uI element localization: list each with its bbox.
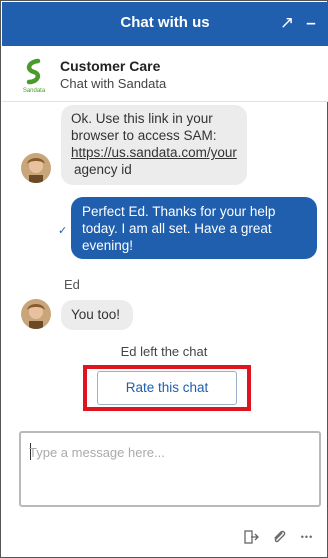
message-text: Perfect Ed. Thanks for your help — [82, 204, 276, 219]
agent-subtitle: Chat with Sandata — [60, 76, 167, 91]
chat-header: Chat with us ↗ – — [2, 2, 328, 46]
delivered-check-icon: ✓ — [58, 225, 68, 237]
agent-name: Customer Care — [60, 58, 161, 74]
message-input[interactable] — [29, 445, 309, 460]
more-icon[interactable]: ••• — [297, 527, 317, 547]
agent-avatar — [21, 299, 51, 329]
agent-message: Ok. Use this link in your browser to acc… — [61, 105, 247, 185]
svg-text:Sandata: Sandata — [23, 88, 46, 94]
exit-icon[interactable] — [241, 527, 261, 547]
minimize-icon[interactable]: – — [298, 10, 324, 36]
agent-info: Sandata Customer Care Chat with Sandata — [2, 46, 328, 102]
agent-message: You too! — [61, 300, 133, 330]
message-text: evening! — [82, 238, 134, 253]
paperclip-icon[interactable] — [269, 527, 289, 547]
chat-window: Chat with us ↗ – Sandata Customer Care C… — [0, 0, 328, 558]
message-text: browser to access SAM: — [71, 128, 217, 143]
message-text: today. I am all set. Have a great — [82, 221, 272, 236]
agent-avatar — [21, 153, 51, 183]
user-message: Perfect Ed. Thanks for your help today. … — [71, 197, 317, 259]
rate-chat-button[interactable]: Rate this chat — [97, 371, 237, 405]
sandata-logo: Sandata — [18, 58, 50, 94]
sam-link[interactable]: https://us.sandata.com/your — [71, 145, 237, 160]
message-composer[interactable] — [19, 431, 321, 507]
message-text: agency id — [74, 162, 132, 177]
message-text: Ok. Use this link in your — [71, 111, 213, 126]
sender-name: Ed — [64, 277, 80, 292]
system-message: Ed left the chat — [120, 344, 208, 359]
message-text: You too! — [71, 307, 121, 322]
popout-icon[interactable]: ↗ — [274, 10, 300, 36]
